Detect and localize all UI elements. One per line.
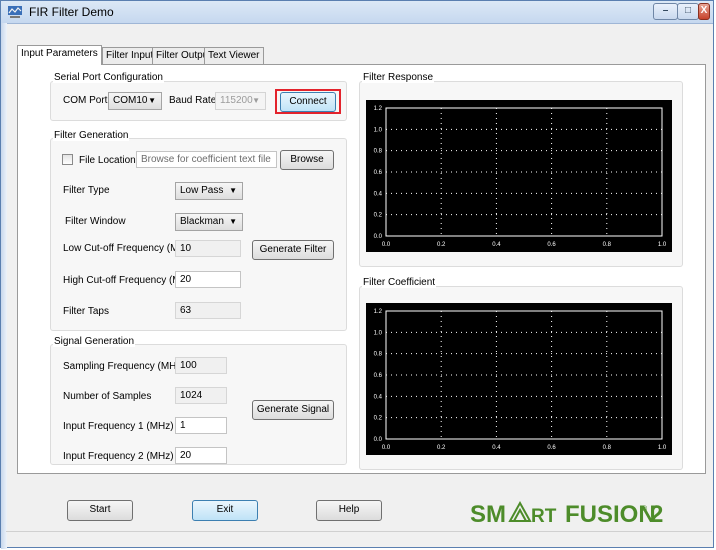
- filter-window-value: Blackman: [180, 216, 224, 227]
- baud-rate-select[interactable]: 115200 ▼: [215, 92, 266, 110]
- filter-coefficient-chart: 0.0 0.2 0.4 0.6 0.8 1.0 0.0 0.2 0.4 0.6 0.8 1.0 1.2: [374, 309, 667, 451]
- high-cutoff-input[interactable]: 20: [175, 271, 241, 288]
- logo-text-2: 2: [650, 501, 663, 527]
- close-button[interactable]: X: [698, 3, 710, 20]
- input-frequency-2-label: Input Frequency 2 (MHz): [63, 451, 174, 462]
- window-title: FIR Filter Demo: [29, 5, 114, 19]
- logo-text-sm: SM: [470, 501, 506, 527]
- filter-type-select[interactable]: Low Pass ▼: [175, 182, 243, 200]
- filter-type-label: Filter Type: [63, 185, 110, 196]
- maximize-button[interactable]: □: [677, 3, 699, 20]
- filter-response-chart: 0.0 0.2 0.4 0.6 0.8 1.0 0.0 0.2 0.4 0.6 0.8 1.0 1.2: [374, 106, 667, 248]
- x-tick-label: 1.0: [658, 242, 667, 248]
- tab-input-parameters[interactable]: Input Parameters: [17, 45, 102, 65]
- filter-type-value: Low Pass: [180, 185, 224, 196]
- x-tick-label: 0.4: [492, 445, 501, 451]
- start-button[interactable]: Start: [67, 500, 133, 521]
- title-bar: FIR Filter Demo – □ X: [1, 1, 713, 24]
- file-location-input[interactable]: Browse for coefficient text file: [136, 151, 277, 168]
- window-side-shade: [1, 23, 7, 549]
- filter-taps-input[interactable]: 63: [175, 302, 241, 319]
- filter-response-plot: 0.0 0.2 0.4 0.6 0.8 1.0 0.0 0.2 0.4 0.6 0.8 1.0 1.2: [366, 100, 672, 252]
- x-tick-label: 0.4: [492, 242, 501, 248]
- y-tick-label: 0.2: [374, 213, 383, 219]
- x-tick-label: 0.6: [547, 445, 556, 451]
- y-tick-label: 0.6: [374, 170, 383, 176]
- y-tick-label: 0.0: [374, 437, 383, 443]
- connect-highlight-box: [275, 89, 341, 114]
- file-location-checkbox[interactable]: [62, 154, 73, 165]
- exit-button[interactable]: Exit: [192, 500, 258, 521]
- app-icon: [8, 6, 22, 18]
- x-tick-label: 0.0: [382, 445, 391, 451]
- chevron-down-icon: ▼: [148, 96, 156, 105]
- help-button[interactable]: Help: [316, 500, 382, 521]
- x-tick-label: 0.0: [382, 242, 391, 248]
- plot-frame: [385, 310, 663, 440]
- file-location-label: File Location: [79, 155, 136, 166]
- y-tick-label: 0.0: [374, 234, 383, 240]
- minimize-icon: –: [662, 5, 669, 16]
- filter-response-label: Filter Response: [362, 72, 435, 83]
- tab-filter-input[interactable]: Filter Input: [102, 47, 158, 64]
- filter-taps-label: Filter Taps: [63, 306, 109, 317]
- plot-frame: [385, 107, 663, 237]
- baud-rate-label: Baud Rate: [169, 95, 217, 106]
- samples-label: Number of Samples: [63, 391, 152, 402]
- chevron-down-icon: ▼: [252, 96, 260, 105]
- bottom-separator: [6, 531, 712, 532]
- y-tick-label: 0.8: [374, 149, 383, 155]
- filter-coefficient-plot: 0.0 0.2 0.4 0.6 0.8 1.0 0.0 0.2 0.4 0.6 0.8 1.0 1.2: [366, 303, 672, 455]
- com-port-value: COM10: [113, 95, 148, 106]
- x-tick-label: 0.2: [437, 242, 446, 248]
- logo-registered-mark: ®: [642, 505, 648, 513]
- serial-port-group-label: Serial Port Configuration: [53, 72, 164, 83]
- samples-input[interactable]: 1024: [175, 387, 227, 404]
- logo-text-rt: RT: [531, 506, 557, 527]
- filter-coefficient-label: Filter Coefficient: [362, 277, 437, 288]
- y-tick-label: 0.4: [374, 191, 383, 197]
- y-tick-label: 0.4: [374, 394, 383, 400]
- generate-signal-button[interactable]: Generate Signal: [252, 400, 334, 420]
- x-tick-label: 0.6: [547, 242, 556, 248]
- generate-filter-button[interactable]: Generate Filter: [252, 240, 334, 260]
- low-cutoff-input[interactable]: 10: [175, 240, 241, 257]
- x-tick-label: 1.0: [658, 445, 667, 451]
- logo-text-fusion: FUSION: [565, 501, 656, 527]
- y-tick-label: 0.2: [374, 416, 383, 422]
- signal-generation-group-label: Signal Generation: [53, 336, 136, 347]
- sampling-frequency-label: Sampling Frequency (MHz): [63, 361, 185, 372]
- chevron-down-icon: ▼: [229, 186, 237, 195]
- input-frequency-1-input[interactable]: 1: [175, 417, 227, 434]
- y-tick-label: 0.6: [374, 373, 383, 379]
- filter-window-select[interactable]: Blackman ▼: [175, 213, 243, 231]
- x-tick-label: 0.2: [437, 445, 446, 451]
- com-port-select[interactable]: COM10 ▼: [108, 92, 162, 110]
- browse-button[interactable]: Browse: [280, 150, 334, 170]
- sampling-frequency-input[interactable]: 100: [175, 357, 227, 374]
- input-frequency-1-label: Input Frequency 1 (MHz): [63, 421, 174, 432]
- baud-rate-value: 115200: [220, 95, 253, 106]
- filter-generation-group-label: Filter Generation: [53, 130, 130, 141]
- x-tick-label: 0.8: [603, 445, 612, 451]
- com-port-label: COM Port: [63, 95, 108, 106]
- smartfusion2-logo: SM RT FUSION ® 2: [470, 500, 663, 527]
- y-tick-label: 1.0: [374, 330, 383, 336]
- y-tick-label: 1.2: [374, 106, 383, 112]
- input-frequency-2-input[interactable]: 20: [175, 447, 227, 464]
- tab-text-viewer[interactable]: Text Viewer: [204, 47, 264, 64]
- minimize-button[interactable]: –: [653, 3, 678, 20]
- filter-window-label: Filter Window: [65, 216, 126, 227]
- y-tick-label: 1.0: [374, 127, 383, 133]
- logo-a-icon: [508, 500, 532, 522]
- y-tick-label: 0.8: [374, 352, 383, 358]
- y-tick-label: 1.2: [374, 309, 383, 315]
- chevron-down-icon: ▼: [229, 217, 237, 226]
- x-tick-label: 0.8: [603, 242, 612, 248]
- maximize-icon: □: [684, 5, 692, 16]
- close-icon: X: [700, 5, 708, 16]
